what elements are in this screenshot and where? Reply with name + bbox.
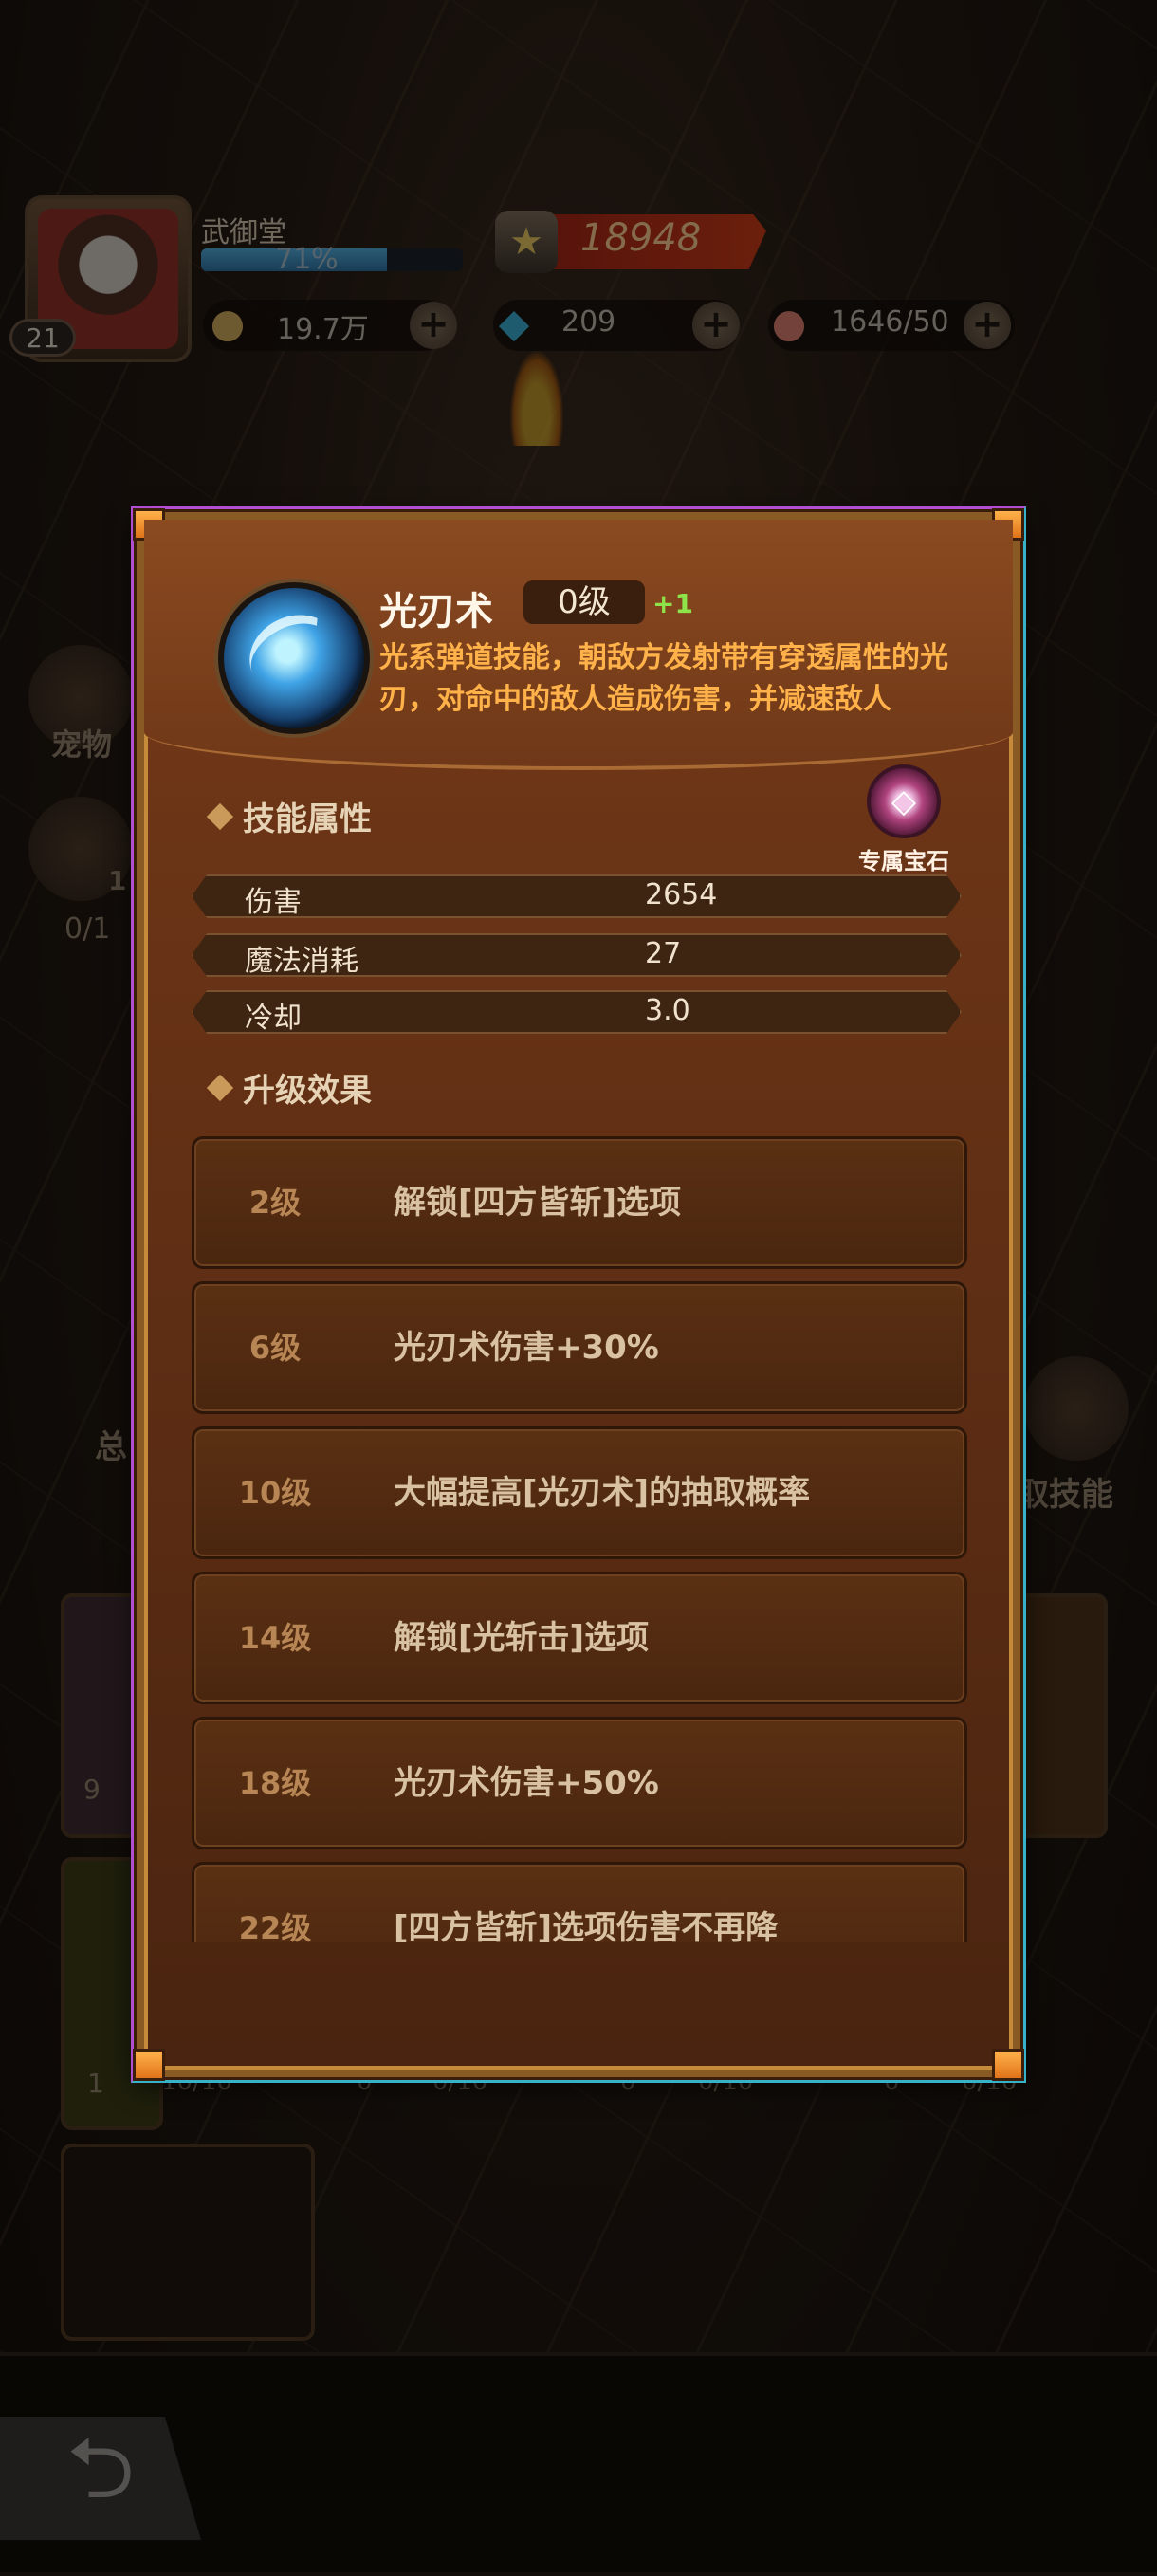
upgrade-text: 光刃术伤害+30% [394, 1329, 659, 1367]
upgrade-level: 18级 [238, 1765, 312, 1801]
upgrade-text: 光刃术伤害+50% [394, 1764, 659, 1802]
upgrade-text: 解锁[四方皆斩]选项 [394, 1184, 682, 1222]
attribute-row: 伤害 2654 [192, 874, 962, 918]
exclusive-gem-button[interactable]: ◇ 专属宝石 [833, 764, 975, 874]
upgrade-text: 大幅提高[光刃术]的抽取概率 [394, 1474, 811, 1512]
attribute-value: 2654 [645, 878, 718, 911]
upgrade-level: 10级 [238, 1475, 312, 1511]
attribute-row: 魔法消耗 27 [192, 933, 962, 977]
skill-level: 0级 [523, 580, 645, 624]
upgrade-item: 22级 [四方皆斩]选项伤害不再降 [192, 1862, 967, 1942]
attributes-title: 技能属性 [243, 800, 372, 838]
upgrade-heading: 升级效果 [206, 1064, 372, 1111]
upgrade-level: 22级 [238, 1910, 312, 1942]
diamond-bullet-icon [206, 802, 234, 830]
upgrade-level: 14级 [238, 1620, 312, 1656]
upgrade-item: 10级 大幅提高[光刃术]的抽取概率 [192, 1426, 967, 1559]
gem-label: 专属宝石 [858, 848, 949, 874]
frame-corner [133, 2049, 165, 2081]
diamond-bullet-icon [206, 1074, 234, 1101]
skill-description: 光系弹道技能，朝敌方发射带有穿透属性的光刃，对命中的敌人造成伤害，并减速敌人 [379, 641, 948, 716]
attribute-name: 魔法消耗 [245, 945, 358, 978]
upgrade-text: [四方皆斩]选项伤害不再降 [394, 1909, 779, 1942]
attribute-name: 冷却 [245, 1002, 302, 1035]
upgrade-item: 2级 解锁[四方皆斩]选项 [192, 1136, 967, 1269]
attributes-heading: 技能属性 [206, 793, 372, 839]
attribute-value: 27 [645, 937, 682, 970]
attribute-value: 3.0 [645, 994, 690, 1027]
skill-level-bonus: +1 [652, 588, 693, 619]
gem-icon: ◇ [867, 764, 941, 838]
upgrade-level: 6级 [248, 1330, 302, 1366]
upgrade-list[interactable]: 2级 解锁[四方皆斩]选项 6级 光刃术伤害+30% 10级 大幅提高[光刃术]… [192, 1136, 967, 1942]
upgrade-level: 2级 [248, 1185, 302, 1221]
skill-name: 光刃术 [379, 590, 493, 634]
attribute-name: 伤害 [245, 886, 302, 919]
attribute-row: 冷却 3.0 [192, 990, 962, 1034]
upgrade-item: 6级 光刃术伤害+30% [192, 1281, 967, 1414]
upgrade-item: 18级 光刃术伤害+50% [192, 1717, 967, 1849]
light-blade-skill-icon [218, 582, 370, 734]
upgrade-item: 14级 解锁[光斩击]选项 [192, 1572, 967, 1704]
upgrade-title: 升级效果 [243, 1072, 372, 1110]
skill-detail-dialog: 光刃术 0级 +1 光系弹道技能，朝敌方发射带有穿透属性的光刃，对命中的敌人造成… [131, 506, 1026, 2083]
upgrade-text: 解锁[光斩击]选项 [394, 1619, 650, 1657]
frame-corner [992, 2049, 1024, 2081]
